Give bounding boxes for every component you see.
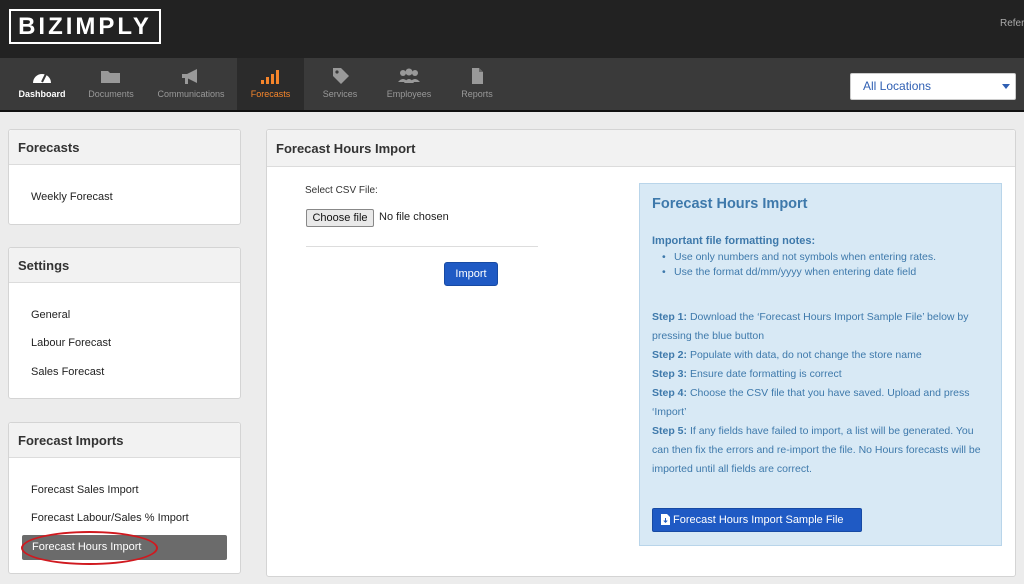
step-text: Populate with data, do not change the st… xyxy=(689,349,922,361)
nav-forecasts[interactable]: Forecasts xyxy=(237,58,304,110)
info-subtitle: Important file formatting notes: xyxy=(652,235,816,247)
divider xyxy=(306,246,538,247)
step-label: Step 5: xyxy=(652,425,688,437)
people-icon xyxy=(398,68,420,83)
location-select[interactable]: All Locations xyxy=(850,73,1016,100)
info-title: Forecast Hours Import xyxy=(652,196,808,212)
csv-file-label: Select CSV File: xyxy=(305,185,378,196)
download-sample-label: Forecast Hours Import Sample File xyxy=(673,514,844,526)
file-download-icon xyxy=(661,514,670,525)
nav-label: Services xyxy=(322,89,358,99)
nav-documents[interactable]: Documents xyxy=(82,58,140,110)
page-title: Forecast Hours Import xyxy=(267,130,1015,167)
nav-label: Dashboard xyxy=(18,89,66,99)
sidebar-item-weekly-forecast[interactable]: Weekly Forecast xyxy=(31,191,113,203)
tag-icon xyxy=(333,68,349,84)
info-step: Step 5: If any fields have failed to imp… xyxy=(652,422,992,479)
info-step: Step 4: Choose the CSV file that you hav… xyxy=(652,384,992,422)
sidebar-settings-panel: Settings General Labour Forecast Sales F… xyxy=(8,247,241,399)
folder-icon xyxy=(101,71,120,83)
chevron-down-icon xyxy=(1002,84,1010,89)
nav-reports[interactable]: Reports xyxy=(454,58,500,110)
step-text: Download the ‘Forecast Hours Import Samp… xyxy=(652,311,969,342)
nav-label: Employees xyxy=(386,89,432,99)
step-label: Step 1: xyxy=(652,311,688,323)
step-label: Step 4: xyxy=(652,387,688,399)
nav-communications[interactable]: Communications xyxy=(152,58,230,110)
step-text: Ensure date formatting is correct xyxy=(689,368,842,380)
bar-chart-icon xyxy=(260,70,279,84)
import-button[interactable]: Import xyxy=(444,262,498,286)
info-box: Forecast Hours Import Important file for… xyxy=(639,183,1002,546)
nav-label: Communications xyxy=(157,89,225,99)
step-text: If any fields have failed to import, a l… xyxy=(652,425,981,475)
sidebar-settings-title: Settings xyxy=(9,248,240,283)
sidebar-imports-title: Forecast Imports xyxy=(9,423,240,458)
step-label: Step 3: xyxy=(652,368,688,380)
sidebar-forecasts-panel: Forecasts Weekly Forecast xyxy=(8,129,241,225)
sidebar-item-forecast-labour-sales-import[interactable]: Forecast Labour/Sales % Import xyxy=(31,512,189,524)
sidebar-item-labour-forecast[interactable]: Labour Forecast xyxy=(31,337,111,349)
nav-label: Forecasts xyxy=(250,89,291,99)
sidebar-item-general[interactable]: General xyxy=(31,309,70,321)
no-file-chosen-text: No file chosen xyxy=(379,211,449,223)
refer-link[interactable]: Refer xyxy=(1000,18,1024,29)
bizimply-logo[interactable]: BIZIMPLY xyxy=(9,9,161,44)
document-icon xyxy=(472,68,483,84)
info-step: Step 2: Populate with data, do not chang… xyxy=(652,346,992,365)
sidebar-item-forecast-sales-import[interactable]: Forecast Sales Import xyxy=(31,484,139,496)
nav-services[interactable]: Services xyxy=(314,58,366,110)
megaphone-icon xyxy=(182,69,197,84)
nav-label: Documents xyxy=(88,89,134,99)
dashboard-icon xyxy=(33,73,51,83)
info-bullet: Use the format dd/mm/yyyy when entering … xyxy=(662,266,916,278)
step-text: Choose the CSV file that you have saved.… xyxy=(652,387,970,418)
top-bar: BIZIMPLY Refer xyxy=(0,0,1024,58)
sidebar-item-sales-forecast[interactable]: Sales Forecast xyxy=(31,366,104,378)
highlight-circle xyxy=(21,531,158,565)
nav-dashboard[interactable]: Dashboard xyxy=(14,58,70,110)
info-bullet: Use only numbers and not symbols when en… xyxy=(662,251,936,263)
choose-file-button[interactable]: Choose file xyxy=(306,209,374,227)
info-step: Step 1: Download the ‘Forecast Hours Imp… xyxy=(652,308,992,346)
nav-employees[interactable]: Employees xyxy=(381,58,437,110)
info-step: Step 3: Ensure date formatting is correc… xyxy=(652,365,992,384)
location-select-value: All Locations xyxy=(863,79,932,93)
download-sample-button[interactable]: Forecast Hours Import Sample File xyxy=(652,508,862,532)
nav-label: Reports xyxy=(461,89,493,99)
step-label: Step 2: xyxy=(652,349,688,361)
sidebar-forecasts-title: Forecasts xyxy=(9,130,240,165)
